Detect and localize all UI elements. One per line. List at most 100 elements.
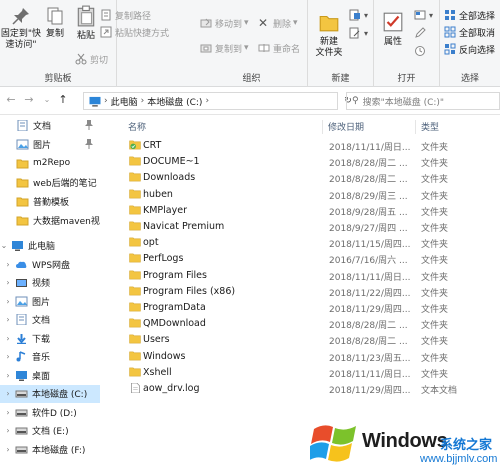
- folder-icon: [129, 286, 141, 296]
- select-all-button[interactable]: 全部选择: [444, 8, 495, 22]
- folder-icon: [16, 159, 29, 168]
- move-to-button[interactable]: 移动到 ▾: [200, 16, 249, 30]
- select-all-label: 全部选择: [459, 11, 496, 22]
- pin-icon: [12, 8, 29, 25]
- nav-pc-item[interactable]: › 视频: [0, 274, 100, 292]
- up-button[interactable]: ↑: [56, 93, 70, 107]
- file-row[interactable]: CRT 2018/11/11/周日... 文件夹: [124, 138, 500, 154]
- ribbon: 固定到"快 速访问" 复制 粘贴 复制路径 粘贴快捷方式 剪切 剪贴板 移动到 …: [0, 0, 500, 87]
- nav-pc-item[interactable]: › 本地磁盘 (F:): [0, 440, 100, 458]
- folder-icon: [129, 173, 141, 182]
- computer-icon: [12, 240, 23, 251]
- rename-button[interactable]: 重命名: [258, 41, 300, 55]
- recent-locations-button[interactable]: ⌄: [40, 93, 54, 107]
- file-type: 文件夹: [421, 240, 449, 251]
- nav-pc-item[interactable]: › 桌面: [0, 366, 100, 384]
- file-date: 2018/8/28/周二 ...: [329, 175, 408, 186]
- column-header-name[interactable]: 名称: [128, 120, 146, 133]
- nav-quick-item[interactable]: 大数据maven视: [0, 211, 100, 229]
- file-row[interactable]: Xshell 2018/11/11/周日... 文件夹: [124, 365, 500, 381]
- pic-icon: [16, 139, 29, 149]
- pin-label: 固定到"快 速访问": [0, 29, 42, 50]
- file-row[interactable]: Program Files (x86) 2018/11/22/周四... 文件夹: [124, 284, 500, 300]
- file-row[interactable]: DOCUME~1 2018/8/28/周二 ... 文件夹: [124, 154, 500, 170]
- open-button[interactable]: ▾: [414, 8, 433, 22]
- file-row[interactable]: aow_drv.log 2018/11/29/周四... 文本文档: [124, 381, 500, 397]
- move-to-label: 移动到: [215, 19, 243, 30]
- column-header-type[interactable]: 类型: [421, 120, 439, 133]
- nav-pc-item[interactable]: › 文档 (E:): [0, 422, 100, 440]
- file-type: 文件夹: [421, 321, 449, 332]
- nav-item-label: 图片: [33, 140, 52, 151]
- file-type: 文件夹: [421, 337, 449, 348]
- nav-this-pc[interactable]: ⌄ 此电脑: [0, 236, 100, 254]
- file-row[interactable]: Downloads 2018/8/28/周二 ... 文件夹: [124, 170, 500, 186]
- history-button[interactable]: [414, 44, 429, 58]
- file-row[interactable]: opt 2018/11/15/周四... 文件夹: [124, 235, 500, 251]
- file-row[interactable]: Program Files 2018/11/11/周日... 文件夹: [124, 268, 500, 284]
- file-row[interactable]: Users 2018/8/28/周二 ... 文件夹: [124, 332, 500, 348]
- nav-pc-item[interactable]: › 软件D (D:): [0, 403, 100, 421]
- nav-pc-item[interactable]: › 音乐: [0, 348, 100, 366]
- file-row[interactable]: Windows 2018/11/23/周五... 文件夹: [124, 349, 500, 365]
- column-header-date[interactable]: 修改日期: [328, 120, 364, 133]
- nav-quick-item[interactable]: 文档: [0, 116, 100, 134]
- nav-quick-item[interactable]: 普勤模板: [0, 192, 100, 210]
- column-date-label: 修改日期: [328, 123, 365, 133]
- delete-button[interactable]: ✕ 删除 ▾: [258, 16, 298, 30]
- address-path[interactable]: › 此电脑 › 本地磁盘 (C:) ›: [83, 92, 338, 110]
- column-divider[interactable]: [415, 120, 416, 134]
- invert-selection-button[interactable]: 反向选择: [444, 42, 495, 56]
- new-group-label: 新建: [331, 74, 350, 84]
- open-icon: [414, 10, 426, 20]
- forward-button[interactable]: →: [22, 93, 36, 107]
- breadcrumb-this-pc[interactable]: 此电脑: [111, 95, 138, 108]
- nav-pc-item[interactable]: › WPS网盘: [0, 255, 100, 273]
- new-folder-button[interactable]: 新建 文件夹: [311, 10, 347, 59]
- file-row[interactable]: Navicat Premium 2018/9/27/周四 ... 文件夹: [124, 219, 500, 235]
- file-row[interactable]: QMDownload 2018/8/28/周二 ... 文件夹: [124, 316, 500, 332]
- nav-pc-item[interactable]: › 文档: [0, 311, 100, 329]
- chevron-down-icon: ⌄: [0, 240, 8, 250]
- column-divider[interactable]: [322, 120, 323, 134]
- file-type: 文件夹: [421, 272, 449, 283]
- search-box[interactable]: ⚲ 搜索"本地磁盘 (C:)": [346, 92, 500, 110]
- copy-to-button[interactable]: 复制到 ▾: [200, 41, 249, 55]
- nav-pc-item[interactable]: › 图片: [0, 292, 100, 310]
- open-dropdown-icon: ▾: [429, 10, 434, 20]
- copy-to-label: 复制到: [215, 44, 243, 55]
- file-type: 文件夹: [421, 159, 449, 170]
- pin-quick-access-button[interactable]: 固定到"快 速访问": [0, 6, 42, 51]
- nav-quick-item[interactable]: m2Repo: [0, 154, 100, 172]
- cloud-icon: [16, 261, 27, 268]
- history-icon: [415, 46, 425, 56]
- file-type: 文件夹: [421, 353, 449, 364]
- back-button[interactable]: ←: [4, 93, 18, 107]
- select-none-button[interactable]: 全部取消: [444, 25, 495, 39]
- folder-icon: [16, 178, 29, 187]
- copy-path-button[interactable]: 复制路径: [100, 8, 151, 22]
- new-item-button[interactable]: ▾: [349, 8, 368, 22]
- nav-item-label: 文档 (E:): [32, 427, 69, 437]
- file-row[interactable]: ProgramData 2018/11/29/周四... 文件夹: [124, 300, 500, 316]
- nav-pc-item[interactable]: › 本地磁盘 (C:): [0, 384, 100, 403]
- search-placeholder: 搜索"本地磁盘 (C:)": [362, 97, 445, 108]
- paste-shortcut-button[interactable]: 粘贴快捷方式: [100, 25, 169, 39]
- nav-pc-item[interactable]: › 下载: [0, 329, 100, 347]
- drive-icon: [15, 409, 28, 416]
- nav-item-label: 软件D (D:): [32, 408, 77, 419]
- breadcrumb-local-disk-c[interactable]: 本地磁盘 (C:): [147, 95, 202, 108]
- properties-button[interactable]: 属性: [378, 10, 408, 48]
- nav-quick-item[interactable]: 图片: [0, 135, 100, 153]
- back-arrow-icon: ←: [6, 93, 16, 106]
- file-row[interactable]: PerfLogs 2016/7/16/周六 ... 文件夹: [124, 251, 500, 267]
- file-row[interactable]: KMPlayer 2018/9/28/周五 ... 文件夹: [124, 203, 500, 219]
- cut-button[interactable]: 剪切: [75, 52, 108, 66]
- paste-button[interactable]: 粘贴: [72, 4, 100, 42]
- nav-quick-item[interactable]: web后端的笔记: [0, 173, 100, 191]
- copy-button[interactable]: 复制: [42, 6, 68, 40]
- select-group-label: 选择: [460, 74, 479, 84]
- easy-access-button[interactable]: ▾: [349, 26, 368, 40]
- edit-button[interactable]: [414, 26, 429, 40]
- file-row[interactable]: huben 2018/8/29/周三 ... 文件夹: [124, 187, 500, 203]
